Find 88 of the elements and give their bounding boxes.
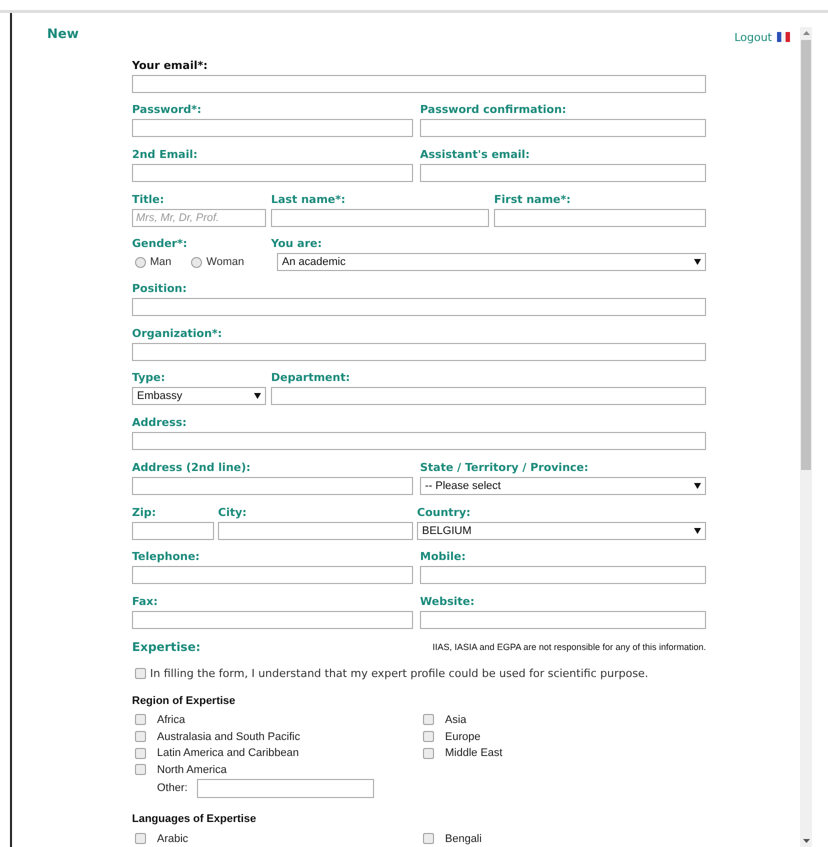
field-label: Your email*: <box>132 58 209 73</box>
checkbox[interactable] <box>135 764 146 776</box>
radio-label: Woman <box>206 256 244 268</box>
text-field[interactable] <box>420 119 706 138</box>
checkbox-label: Arabic <box>157 832 188 845</box>
text-field[interactable] <box>196 778 374 798</box>
field-label: Position: <box>132 282 188 296</box>
field-label: Address (2nd line): <box>132 460 252 475</box>
field-label: Type: <box>132 371 166 386</box>
text-field[interactable] <box>132 610 413 629</box>
checkbox[interactable] <box>423 714 434 726</box>
field-label: Password confirmation: <box>420 103 568 118</box>
logout-link[interactable]: Logout <box>734 30 790 44</box>
field-label: Country: <box>417 506 472 520</box>
dropdown[interactable]: BELGIUM <box>417 522 706 540</box>
text-field[interactable] <box>132 298 706 316</box>
checkbox-label: Latin America and Caribbean <box>157 747 299 760</box>
text-field[interactable] <box>271 208 489 227</box>
caret-icon <box>694 259 701 266</box>
text-field[interactable] <box>271 387 706 406</box>
checkbox-label: Middle East <box>445 747 502 760</box>
field-label: Organization*: <box>132 326 224 341</box>
checkbox[interactable] <box>135 668 146 679</box>
text-field[interactable] <box>494 208 706 227</box>
field-label: Assistant's email: <box>420 148 531 162</box>
checkbox-label: Africa <box>157 714 186 726</box>
checkbox[interactable] <box>423 731 434 742</box>
checkbox[interactable] <box>135 714 146 726</box>
text-field[interactable] <box>132 522 214 540</box>
flag-icon <box>777 32 790 42</box>
text-field[interactable] <box>132 119 413 138</box>
field-label: Fax: <box>132 594 159 609</box>
field-label: You are: <box>271 237 323 252</box>
radio-button[interactable] <box>135 256 146 268</box>
field-label: Password*: <box>132 103 202 118</box>
checkbox-label: Australasia and South Pacific <box>157 730 300 743</box>
down-arrow-icon[interactable] <box>802 839 810 843</box>
checkbox-label: In filling the form, I understand that my expert profile could be used for scientific purpose. <box>150 666 648 680</box>
checkbox-label: Bengali <box>445 832 482 845</box>
text-field[interactable] <box>132 342 706 361</box>
radio-button[interactable] <box>191 256 202 268</box>
text-field[interactable] <box>132 432 706 450</box>
field-label: City: <box>218 506 248 520</box>
field-label: Mobile: <box>420 550 467 564</box>
checkbox[interactable] <box>423 833 434 844</box>
section-title: Expertise: <box>132 640 201 654</box>
field-label: First name*: <box>494 192 572 207</box>
field-label: Last name*: <box>271 192 346 207</box>
field-label: 2nd Email: <box>132 148 199 162</box>
field-label: Telephone: <box>132 550 201 564</box>
checkbox[interactable] <box>135 731 146 742</box>
disclaimer-text: IIAS, IASIA and EGPA are not responsible for any of this information. <box>432 642 706 652</box>
text-field[interactable] <box>420 566 706 584</box>
field-label: Zip: <box>132 506 158 520</box>
checkbox-label: Asia <box>445 714 466 726</box>
text-field[interactable] <box>218 522 413 540</box>
caret-icon <box>254 393 261 400</box>
field-label: Gender*: <box>132 237 188 252</box>
group-title: Region of Expertise <box>132 694 236 709</box>
checkbox[interactable] <box>135 748 146 759</box>
scrollbar-thumb[interactable] <box>801 40 811 470</box>
text-field[interactable] <box>132 476 413 495</box>
field-label: Title: <box>132 192 166 207</box>
text-field[interactable] <box>132 164 413 182</box>
text-field[interactable] <box>132 74 706 93</box>
text-field[interactable] <box>132 566 413 584</box>
field-label: Address: <box>132 416 188 430</box>
dropdown[interactable]: Embassy <box>132 387 266 406</box>
field-label: Website: <box>420 594 476 609</box>
up-arrow-icon[interactable] <box>802 31 810 35</box>
dropdown[interactable]: -- Please select <box>420 476 706 495</box>
checkbox-label: Europe <box>445 730 480 743</box>
checkbox-label: North America <box>157 764 227 776</box>
text-field[interactable]: Mrs, Mr, Dr, Prof. <box>132 208 266 227</box>
page-title: New <box>47 27 79 44</box>
text-field[interactable] <box>420 164 706 182</box>
scrollbar[interactable] <box>800 27 812 847</box>
caret-icon <box>694 528 701 534</box>
text-field[interactable] <box>420 610 706 629</box>
group-title: Languages of Expertise <box>132 813 258 828</box>
checkbox[interactable] <box>423 748 434 759</box>
checkbox[interactable] <box>135 833 146 844</box>
dropdown[interactable]: An academic <box>277 253 706 272</box>
field-label: State / Territory / Province: <box>420 460 590 475</box>
radio-label: Man <box>150 256 172 268</box>
field-label: Other: <box>157 782 188 794</box>
caret-icon <box>694 482 701 489</box>
field-label: Department: <box>271 371 351 386</box>
